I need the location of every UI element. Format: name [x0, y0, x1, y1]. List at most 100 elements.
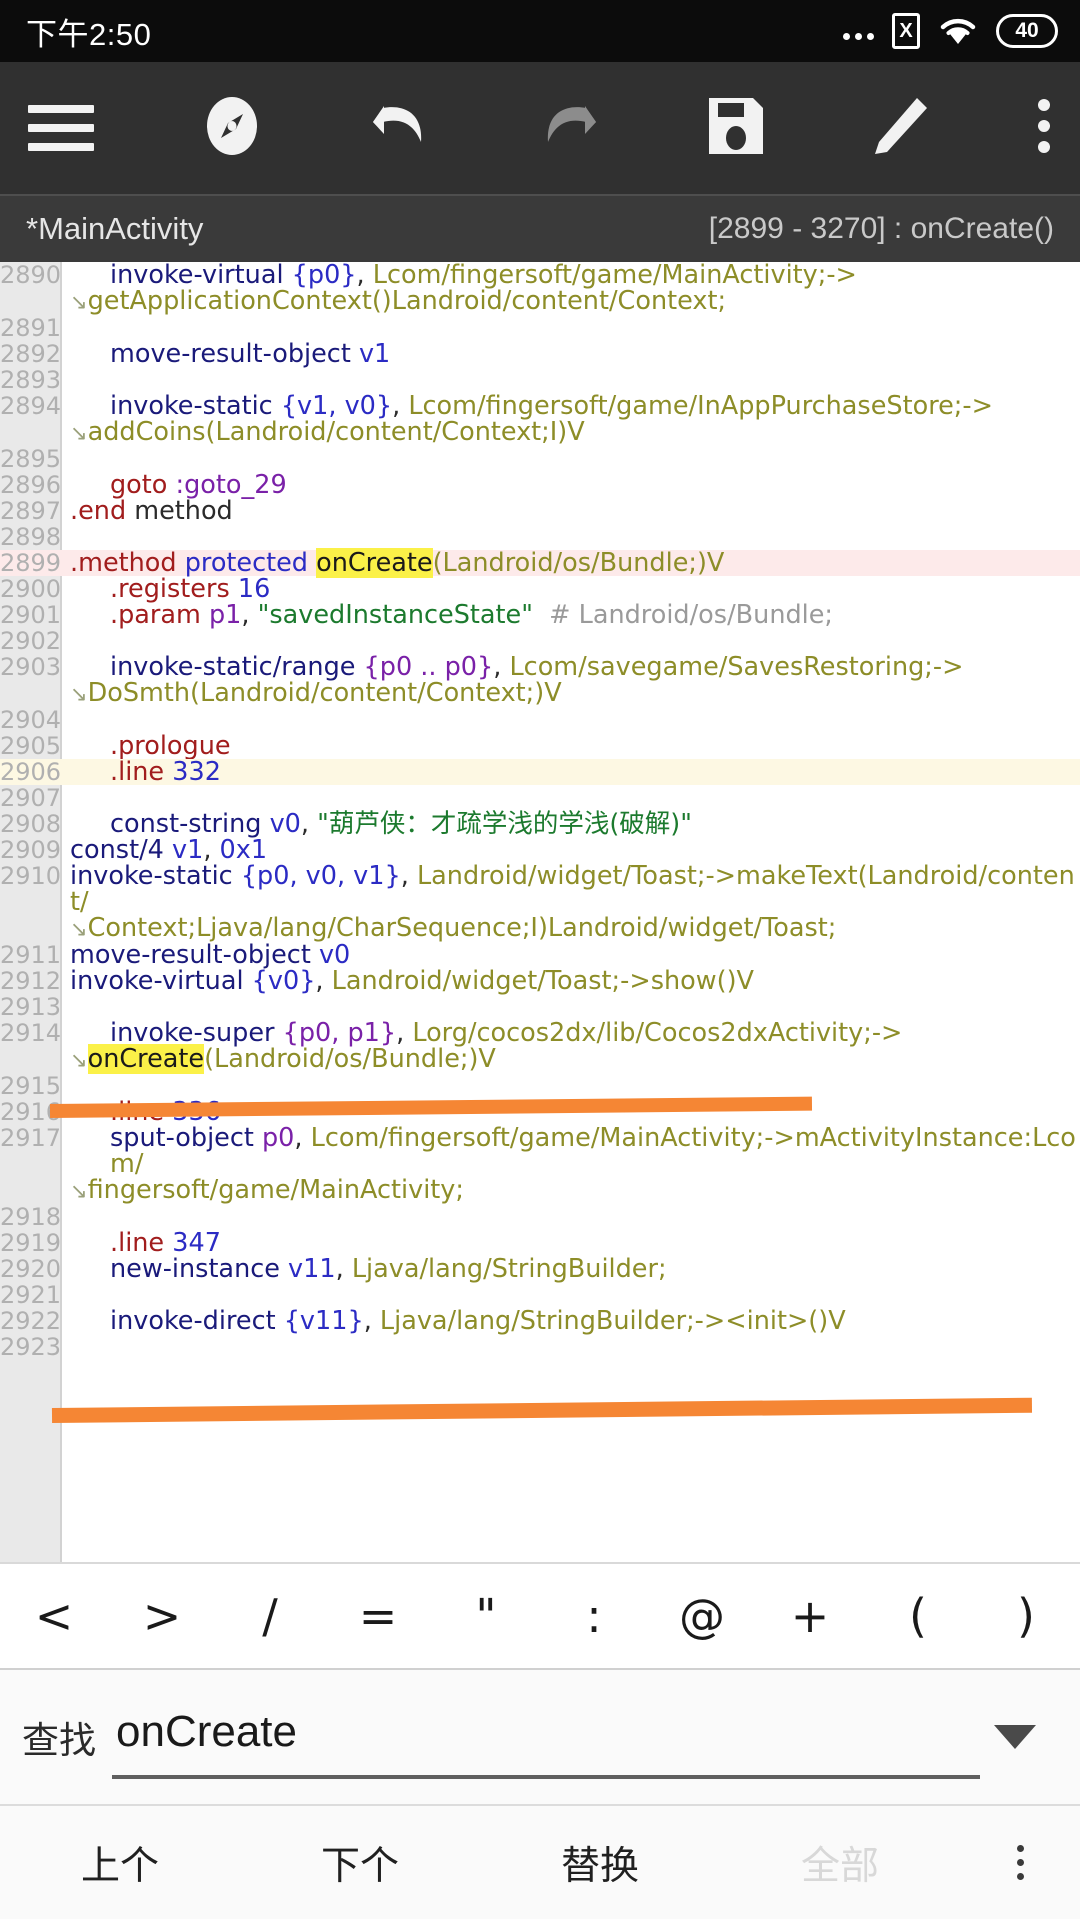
undo-icon: [369, 98, 431, 159]
overflow-button[interactable]: [1036, 62, 1052, 194]
code-token: {v11}: [283, 1306, 364, 1336]
find-history-dropdown[interactable]: [980, 1725, 1050, 1749]
code-editor[interactable]: 2890 invoke-virtual {p0}, Lcom/fingersoft…: [0, 262, 1080, 1562]
code-line[interactable]: 2897 .end method: [0, 498, 1080, 524]
line-number: 2890: [0, 262, 62, 289]
code-line[interactable]: 2909 const/4 v1, 0x1: [0, 837, 1080, 863]
code-line[interactable]: 2917 sput-object p0, Lcom/fingersoft/game…: [0, 1125, 1080, 1177]
code-line[interactable]: 2896 goto :goto_29: [0, 472, 1080, 498]
find-overflow-button[interactable]: [960, 1845, 1080, 1880]
code-line[interactable]: 2895: [0, 446, 1080, 472]
code-line[interactable]: ↘Context;Ljava/lang/CharSequence;I)Landr…: [0, 915, 1080, 942]
search-input[interactable]: [112, 1695, 980, 1769]
code-line[interactable]: ↘onCreate(Landroid/os/Bundle;)V: [0, 1044, 1080, 1074]
code-line[interactable]: 2908 const-string v0, "葫芦侠：才疏学浅的学浅(破解)": [0, 811, 1080, 837]
symbol-key[interactable]: /: [216, 1593, 324, 1639]
symbol-key[interactable]: +: [756, 1593, 864, 1639]
code-line[interactable]: 2919 .line 347: [0, 1230, 1080, 1256]
symbol-key[interactable]: >: [108, 1593, 216, 1639]
code-line[interactable]: 2911 move-result-object v0: [0, 942, 1080, 968]
code-line[interactable]: 2907: [0, 785, 1080, 811]
code-line[interactable]: ↘DoSmth(Landroid/content/Context;)V: [0, 680, 1080, 707]
code-line[interactable]: 2894 invoke-static {v1, v0}, Lcom/fingers…: [0, 393, 1080, 419]
code-line[interactable]: ↘addCoins(Landroid/content/Context;I)V: [0, 419, 1080, 446]
code-line[interactable]: 2913: [0, 994, 1080, 1020]
line-number: 2918: [0, 1203, 62, 1231]
code-line[interactable]: 2902: [0, 628, 1080, 654]
code-line[interactable]: 2916 .line 336: [0, 1099, 1080, 1125]
code-line[interactable]: ↘fingersoft/game/MainActivity;: [0, 1177, 1080, 1204]
code-line[interactable]: 2891: [0, 315, 1080, 341]
code-line-text: invoke-virtual {v0}, Landroid/widget/Toa…: [62, 968, 1080, 994]
code-line-text: invoke-super {p0, p1}, Lorg/cocos2dx/lib…: [62, 1020, 1080, 1046]
symbol-key[interactable]: ): [972, 1593, 1080, 1639]
find-next-button[interactable]: 下个: [240, 1835, 480, 1891]
code-token: p1: [208, 600, 242, 630]
code-line[interactable]: 2893: [0, 367, 1080, 393]
code-line[interactable]: 2899 .method protected onCreate(Landroid/…: [0, 548, 1080, 578]
code-line-text: .prologue: [62, 733, 1080, 759]
code-line[interactable]: ↘getApplicationContext()Landroid/content…: [0, 288, 1080, 315]
wrap-continuation-icon: ↘: [70, 1048, 88, 1072]
code-token: .param: [110, 600, 201, 630]
ellipsis-icon: [843, 16, 874, 46]
line-number: 2915: [0, 1072, 62, 1100]
code-line[interactable]: 2898: [0, 524, 1080, 550]
code-line[interactable]: 2890 invoke-virtual {p0}, Lcom/fingersoft…: [0, 262, 1080, 288]
symbol-key[interactable]: ": [432, 1593, 540, 1639]
code-line[interactable]: 2904: [0, 707, 1080, 733]
edit-button[interactable]: [871, 62, 929, 194]
code-line[interactable]: 2900 .registers 16: [0, 576, 1080, 602]
breadcrumb[interactable]: *MainActivity [2899 - 3270] : onCreate(): [0, 194, 1080, 262]
code-line[interactable]: 2906 .line 332: [0, 759, 1080, 785]
symbol-key-bar[interactable]: < > / = ": @ +(): [0, 1562, 1080, 1670]
code-line[interactable]: 2921: [0, 1282, 1080, 1308]
code-body[interactable]: 2890 invoke-virtual {p0}, Lcom/fingersoft…: [0, 262, 1080, 1360]
line-number: 2913: [0, 993, 62, 1021]
code-line-text: const-string v0, "葫芦侠：才疏学浅的学浅(破解)": [62, 811, 1080, 837]
line-number: 2905: [0, 732, 62, 760]
save-button[interactable]: [707, 62, 765, 194]
symbol-key[interactable]: (: [864, 1593, 972, 1639]
code-line[interactable]: 2901 .param p1, "savedInstanceState" # La…: [0, 602, 1080, 628]
code-line[interactable]: 2922 invoke-direct {v11}, Ljava/lang/Stri…: [0, 1308, 1080, 1334]
undo-button[interactable]: [369, 62, 431, 194]
code-line-text: .method protected onCreate(Landroid/os/B…: [62, 548, 1080, 578]
code-token: "savedInstanceState": [257, 600, 533, 630]
find-bar: 查找: [0, 1670, 1080, 1806]
code-line[interactable]: 2910 invoke-static {p0, v0, v1}, Landroid…: [0, 863, 1080, 915]
redo-button[interactable]: [538, 62, 600, 194]
find-previous-button[interactable]: 上个: [0, 1835, 240, 1891]
symbol-key[interactable]: <: [0, 1593, 108, 1639]
code-line[interactable]: 2903 invoke-static/range {p0 .. p0}, Lcom…: [0, 654, 1080, 680]
replace-button[interactable]: 替换: [480, 1835, 720, 1891]
navigate-button[interactable]: [201, 62, 263, 194]
code-line[interactable]: 2914 invoke-super {p0, p1}, Lorg/cocos2dx…: [0, 1020, 1080, 1046]
code-token: (Landroid/os/Bundle;)V: [432, 548, 725, 578]
code-line[interactable]: 2912 invoke-virtual {v0}, Landroid/widget…: [0, 968, 1080, 994]
code-token: ,: [363, 1306, 380, 1336]
code-line[interactable]: 2915: [0, 1073, 1080, 1099]
code-line[interactable]: 2905 .prologue: [0, 733, 1080, 759]
code-line[interactable]: 2923: [0, 1334, 1080, 1360]
code-line[interactable]: 2918: [0, 1204, 1080, 1230]
code-line-text: .registers 16: [62, 576, 1080, 602]
code-token: # Landroid/os/Bundle;: [549, 600, 834, 630]
symbol-key[interactable]: @: [648, 1593, 756, 1639]
find-input-underline: [112, 1775, 980, 1779]
status-bar: 下午2:50 X 40: [0, 0, 1080, 62]
symbol-key[interactable]: :: [540, 1593, 648, 1639]
line-number: 2908: [0, 810, 62, 838]
breadcrumb-range: [2899 - 3270] : onCreate(): [708, 212, 1054, 245]
code-line[interactable]: 2920 new-instance v11, Ljava/lang/StringB…: [0, 1256, 1080, 1282]
line-number: 2919: [0, 1229, 62, 1257]
code-line[interactable]: 2892 move-result-object v1: [0, 341, 1080, 367]
symbol-key[interactable]: =: [324, 1593, 432, 1639]
code-token: ,: [400, 861, 417, 891]
code-line-text: invoke-static/range {p0 .. p0}, Lcom/sav…: [62, 654, 1080, 680]
more-vertical-icon: [1016, 1845, 1024, 1880]
replace-all-button[interactable]: 全部: [720, 1835, 960, 1891]
menu-button[interactable]: [28, 62, 94, 194]
